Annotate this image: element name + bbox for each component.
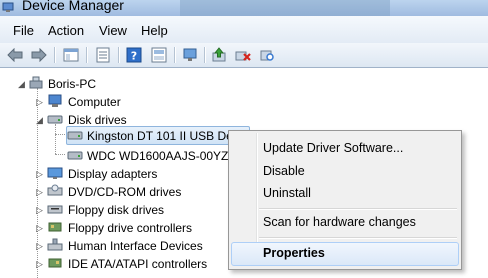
menu-file[interactable]: File [13,23,34,38]
tree-node-hid[interactable]: ▷ Human Interface Devices [0,237,203,255]
expand-arrow-icon[interactable]: ▷ [36,97,43,108]
help-icon[interactable]: ? [125,46,143,64]
menu-help[interactable]: Help [141,23,168,38]
expand-arrow-icon[interactable]: ▷ [36,241,43,252]
disk-drive-icon [67,131,83,140]
title-bar: Device Manager [0,0,488,16]
tree-root-label: Boris-PC [48,77,97,91]
expand-arrow-icon[interactable]: ▷ [36,223,43,234]
tree-node-kingston[interactable]: Kingston DT 101 II USB Devi [0,127,250,145]
tree-node-computer[interactable]: ▷ Computer [0,93,200,111]
menu-bar: File Action View Help [0,16,488,43]
device-manager-icon [2,2,14,12]
disk-drive-icon [67,151,83,160]
menu-view[interactable]: View [99,23,127,38]
properties-icon[interactable] [94,46,112,64]
menu-properties[interactable]: Properties [263,246,325,260]
menu-uninstall[interactable]: Uninstall [263,186,311,200]
ide-controller-icon [48,258,62,268]
tree-node-dvd-cdrom[interactable]: ▷ DVD/CD-ROM drives [0,183,200,201]
floppy-drive-icon [47,205,63,214]
computer-root-icon [29,76,43,89]
menu-action[interactable]: Action [48,23,84,38]
tree-node-wdc[interactable]: WDC WD1600AAJS-00YZCA [0,147,250,165]
tree-node-display-adapters[interactable]: ▷ Display adapters [0,165,200,183]
menu-separator [259,208,457,210]
expand-arrow-icon[interactable]: ▷ [36,169,43,180]
menu-update-driver[interactable]: Update Driver Software... [263,141,403,155]
tree-root[interactable]: ◢ Boris-PC [0,75,200,93]
disk-drive-icon [47,115,63,124]
collapse-arrow-icon[interactable]: ◢ [18,79,25,90]
tree-node-floppy-drive-controllers[interactable]: ▷ Floppy drive controllers [0,219,200,237]
tree-node-ide-ata[interactable]: ▷ IDE ATA/ATAPI controllers [0,255,220,273]
tree-node-floppy-disk-drives[interactable]: ▷ Floppy disk drives [0,201,200,219]
scan-hardware-icon[interactable] [258,46,276,64]
uninstall-icon[interactable] [234,46,252,64]
window-title: Device Manager [22,0,124,13]
svg-text:?: ? [131,50,137,63]
menu-disable[interactable]: Disable [263,164,305,178]
expand-arrow-icon[interactable]: ▷ [36,259,43,270]
menu-scan-hardware[interactable]: Scan for hardware changes [263,215,416,229]
show-hidden-icon[interactable] [150,46,168,64]
forward-arrow-icon[interactable] [30,46,48,64]
toolbar: ? [0,43,488,68]
update-driver-icon[interactable] [210,46,228,64]
hid-icon [47,238,63,251]
expand-arrow-icon[interactable]: ▷ [36,205,43,216]
dvd-drive-icon [47,184,63,196]
back-arrow-icon[interactable] [6,46,24,64]
context-menu: Update Driver Software... Disable Uninst… [228,130,462,270]
computer-icon [48,94,62,107]
menu-separator [259,237,457,239]
collapse-arrow-icon[interactable]: ◢ [36,115,43,126]
display-adapter-icon [47,167,63,179]
controller-icon [48,222,62,232]
watermark [180,0,390,16]
expand-arrow-icon[interactable]: ▷ [36,187,43,198]
display-icon[interactable] [181,46,199,64]
console-tree-icon[interactable] [62,46,80,64]
